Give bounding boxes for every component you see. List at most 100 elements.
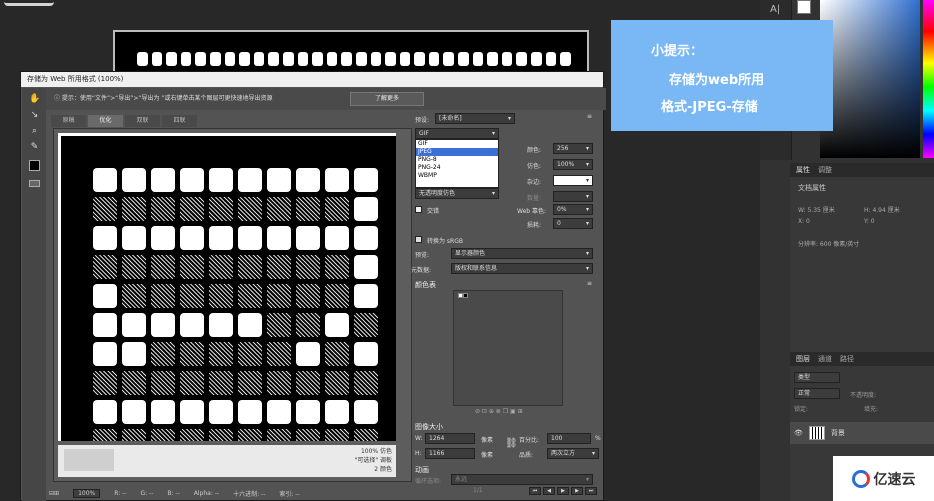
artwork-tile [180, 168, 204, 192]
artwork-tile [122, 226, 146, 250]
layer-kind-select[interactable]: 类型 [794, 372, 840, 383]
matte-select[interactable]: ▾ [553, 175, 593, 186]
loop-select[interactable]: 永远 ▾ [451, 474, 593, 485]
doc-height: H: 4.94 厘米 [864, 207, 900, 214]
preview-select[interactable]: 显示器颜色 ▾ [451, 248, 593, 259]
artwork-tile [238, 255, 262, 279]
artwork-tile [238, 342, 262, 366]
format-option-png8[interactable]: PNG-8 [416, 156, 498, 164]
color-picker-field[interactable] [820, 0, 920, 158]
fill-label: 填充: [864, 406, 879, 413]
transparency-dither-select[interactable]: 无透明度仿色 ▾ [415, 188, 499, 199]
view-tabs: 原稿 优化 双联 四联 [51, 115, 197, 127]
tab-properties[interactable]: 属性 [796, 165, 810, 175]
height-input[interactable]: 1166 [425, 448, 475, 459]
prev-frame-button[interactable]: ◀ [543, 487, 555, 495]
tab-channels[interactable]: 通道 [818, 354, 832, 364]
last-frame-button[interactable]: ⏭ [585, 487, 597, 495]
artwork-tile [122, 197, 146, 221]
artwork-tile [93, 371, 117, 395]
color-table-menu-icon[interactable]: ≡ [587, 280, 592, 287]
zoom-icon[interactable]: ⌕ [29, 126, 40, 137]
eyedropper-color-swatch[interactable] [29, 160, 40, 171]
play-button[interactable]: ▶ [557, 487, 569, 495]
preview-label: 预览: [415, 252, 430, 259]
websnap-select[interactable]: 0% ▾ [553, 204, 593, 215]
zoom-minus-plus-icon[interactable]: ⊟⊞ [49, 490, 59, 497]
blend-mode-select[interactable]: 正常 [794, 388, 840, 399]
tab-adjustments[interactable]: 调整 [818, 165, 832, 175]
hue-slider[interactable] [923, 0, 934, 158]
format-option-png24[interactable]: PNG-24 [416, 164, 498, 172]
status-r: R: -- [114, 489, 127, 497]
character-icon[interactable]: A| [770, 4, 782, 16]
tab-layers[interactable]: 图层 [796, 354, 810, 364]
format-dropdown[interactable]: GIF JPEG PNG-8 PNG-24 WBMP [415, 139, 499, 188]
format-option-gif[interactable]: GIF [416, 140, 498, 148]
layer-row[interactable]: 👁 背景 [790, 422, 934, 444]
color-table[interactable] [453, 290, 563, 406]
preview-info-dither: 100% 仿色 [360, 448, 392, 455]
slice-select-icon[interactable]: ↘ [29, 110, 40, 121]
tab-original[interactable]: 原稿 [51, 115, 86, 127]
toggle-slices-icon[interactable] [29, 180, 40, 187]
hand-icon[interactable]: ✋ [29, 94, 40, 105]
artwork-tile [354, 255, 378, 279]
artwork-tile [238, 371, 262, 395]
status-hex: 十六进制: -- [233, 490, 266, 498]
eyedropper-icon[interactable]: ✎ [29, 142, 40, 153]
convert-srgb-checkbox[interactable] [415, 236, 422, 243]
tab-optimized[interactable]: 优化 [88, 115, 123, 127]
artwork-tile [354, 342, 378, 366]
tab-2-up[interactable]: 双联 [125, 115, 160, 127]
preview-info: 100% 仿色 "可选择" 调板 2 颜色 [58, 445, 396, 477]
settings-menu-icon[interactable]: ≡ [587, 113, 592, 120]
amount-label: 数量: [527, 195, 542, 202]
artwork-tile [296, 400, 320, 424]
doc-width: W: 5.35 厘米 [798, 207, 835, 214]
first-frame-button[interactable]: ⏮ [529, 487, 541, 495]
link-icon[interactable]: ⛓ [505, 438, 518, 449]
height-unit: 像素 [481, 452, 494, 459]
format-select[interactable]: GIF ▾ [415, 128, 499, 139]
foreground-swatch[interactable] [797, 0, 811, 14]
artwork-tile [238, 400, 262, 424]
layer-name: 背景 [830, 429, 845, 437]
quality-select[interactable]: 两次立方 ▾ [547, 448, 599, 459]
artwork-tile [122, 371, 146, 395]
next-frame-button[interactable]: ▶ [571, 487, 583, 495]
format-option-wbmp[interactable]: WBMP [416, 172, 498, 180]
amount-select[interactable]: ▾ [553, 191, 593, 202]
metadata-select[interactable]: 版权和联系信息 ▾ [451, 263, 593, 274]
tab-paths[interactable]: 路径 [840, 354, 854, 364]
tab-4-up[interactable]: 四联 [162, 115, 197, 127]
artwork-tile [296, 429, 320, 441]
learn-more-button[interactable]: 了解更多 [350, 92, 424, 106]
eye-icon[interactable]: 👁 [794, 429, 803, 437]
artwork-grid [93, 168, 378, 441]
tip-box: 小提示： 存储为web所用 格式-JPEG-存储 [611, 20, 833, 131]
artwork-tile [267, 400, 291, 424]
lossy-select[interactable]: 0 ▾ [553, 218, 593, 229]
color-table-tools[interactable]: ⊘ ⊡ ⊕ ⊗ ❐ ▣ ⊞ [475, 408, 523, 415]
colors-select[interactable]: 256 ▾ [553, 143, 593, 154]
artwork-tile [180, 400, 204, 424]
width-input[interactable]: 1264 [425, 433, 475, 444]
colors-label: 颜色: [527, 147, 542, 154]
opacity-label: 不透明度: [850, 392, 877, 399]
frame-counter: 1/1 [473, 487, 483, 494]
format-option-jpeg[interactable]: JPEG [416, 148, 498, 156]
image-preview[interactable]: 100% 仿色 "可选择" 调板 2 颜色 [53, 128, 412, 482]
zoom-select[interactable]: 100% [73, 488, 101, 498]
artwork-tile [325, 371, 349, 395]
preset-select[interactable]: [未命名] ▾ [435, 113, 515, 124]
percent-input[interactable]: 100 [547, 433, 591, 444]
animation-label: 动画 [415, 466, 429, 474]
artwork-tile [267, 255, 291, 279]
dither-select[interactable]: 100% ▾ [553, 159, 593, 170]
artwork-tile [151, 168, 175, 192]
artwork-tile [180, 197, 204, 221]
artwork-tile [267, 284, 291, 308]
interlaced-checkbox[interactable] [415, 206, 422, 213]
artwork-tile [296, 284, 320, 308]
